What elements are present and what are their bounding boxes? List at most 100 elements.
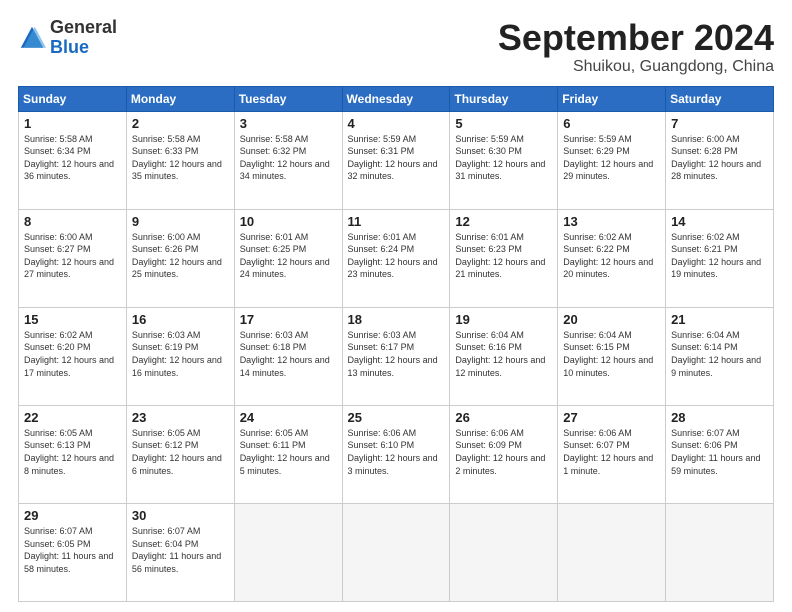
header: General Blue September 2024 Shuikou, Gua…	[18, 18, 774, 76]
cell-text: Sunrise: 6:00 AMSunset: 6:28 PMDaylight:…	[671, 134, 761, 182]
day-number: 10	[240, 214, 337, 229]
calendar-week-4: 29Sunrise: 6:07 AMSunset: 6:05 PMDayligh…	[19, 503, 774, 601]
day-number: 21	[671, 312, 768, 327]
calendar-table: Sunday Monday Tuesday Wednesday Thursday…	[18, 86, 774, 602]
day-number: 3	[240, 116, 337, 131]
col-friday: Friday	[558, 86, 666, 111]
logo-icon	[18, 24, 46, 52]
table-row: 28Sunrise: 6:07 AMSunset: 6:06 PMDayligh…	[666, 405, 774, 503]
calendar-week-1: 8 Sunrise: 6:00 AMSunset: 6:27 PMDaylight…	[19, 209, 774, 307]
day-number: 18	[348, 312, 445, 327]
cell-text: Sunrise: 6:02 AMSunset: 6:20 PMDaylight:…	[24, 330, 114, 378]
table-row: 30 Sunrise: 6:07 AMSunset: 6:04 PMDayligh…	[126, 503, 234, 601]
table-row: 13Sunrise: 6:02 AMSunset: 6:22 PMDayligh…	[558, 209, 666, 307]
table-row: 1 Sunrise: 5:58 AMSunset: 6:34 PMDaylight…	[19, 111, 127, 209]
cell-text: Sunrise: 6:03 AMSunset: 6:19 PMDaylight:…	[132, 330, 222, 378]
table-row: 18 Sunrise: 6:03 AMSunset: 6:17 PMDayligh…	[342, 307, 450, 405]
day-number: 12	[455, 214, 552, 229]
day-number: 27	[563, 410, 660, 425]
logo: General Blue	[18, 18, 117, 58]
cell-text: Sunrise: 6:04 AMSunset: 6:16 PMDaylight:…	[455, 330, 545, 378]
col-thursday: Thursday	[450, 86, 558, 111]
cell-text: Sunrise: 6:04 AMSunset: 6:15 PMDaylight:…	[563, 330, 653, 378]
table-row	[342, 503, 450, 601]
table-row: 10 Sunrise: 6:01 AMSunset: 6:25 PMDayligh…	[234, 209, 342, 307]
day-number: 22	[24, 410, 121, 425]
title-block: September 2024 Shuikou, Guangdong, China	[498, 18, 774, 76]
day-number: 5	[455, 116, 552, 131]
table-row: 11 Sunrise: 6:01 AMSunset: 6:24 PMDayligh…	[342, 209, 450, 307]
day-number: 17	[240, 312, 337, 327]
cell-text: Sunrise: 6:06 AMSunset: 6:09 PMDaylight:…	[455, 428, 545, 476]
table-row	[558, 503, 666, 601]
cell-text: Sunrise: 6:04 AMSunset: 6:14 PMDaylight:…	[671, 330, 761, 378]
cell-text: Sunrise: 6:01 AMSunset: 6:25 PMDaylight:…	[240, 232, 330, 280]
day-number: 19	[455, 312, 552, 327]
table-row: 5 Sunrise: 5:59 AMSunset: 6:30 PMDaylight…	[450, 111, 558, 209]
cell-text: Sunrise: 6:03 AMSunset: 6:18 PMDaylight:…	[240, 330, 330, 378]
day-number: 9	[132, 214, 229, 229]
day-number: 4	[348, 116, 445, 131]
table-row: 3Sunrise: 5:58 AMSunset: 6:32 PMDaylight…	[234, 111, 342, 209]
day-number: 23	[132, 410, 229, 425]
month-title: September 2024	[498, 18, 774, 58]
cell-text: Sunrise: 5:59 AMSunset: 6:31 PMDaylight:…	[348, 134, 438, 182]
day-number: 14	[671, 214, 768, 229]
table-row: 6 Sunrise: 5:59 AMSunset: 6:29 PMDaylight…	[558, 111, 666, 209]
table-row: 4 Sunrise: 5:59 AMSunset: 6:31 PMDaylight…	[342, 111, 450, 209]
subtitle: Shuikou, Guangdong, China	[498, 58, 774, 76]
day-number: 24	[240, 410, 337, 425]
cell-text: Sunrise: 6:01 AMSunset: 6:24 PMDaylight:…	[348, 232, 438, 280]
cell-text: Sunrise: 6:00 AMSunset: 6:27 PMDaylight:…	[24, 232, 114, 280]
cell-text: Sunrise: 6:03 AMSunset: 6:17 PMDaylight:…	[348, 330, 438, 378]
day-number: 20	[563, 312, 660, 327]
day-number: 11	[348, 214, 445, 229]
cell-text: Sunrise: 5:58 AMSunset: 6:33 PMDaylight:…	[132, 134, 222, 182]
table-row: 23Sunrise: 6:05 AMSunset: 6:12 PMDayligh…	[126, 405, 234, 503]
col-sunday: Sunday	[19, 86, 127, 111]
table-row: 14 Sunrise: 6:02 AMSunset: 6:21 PMDayligh…	[666, 209, 774, 307]
table-row: 2Sunrise: 5:58 AMSunset: 6:33 PMDaylight…	[126, 111, 234, 209]
table-row	[234, 503, 342, 601]
day-number: 29	[24, 508, 121, 523]
col-monday: Monday	[126, 86, 234, 111]
col-saturday: Saturday	[666, 86, 774, 111]
cell-text: Sunrise: 5:59 AMSunset: 6:30 PMDaylight:…	[455, 134, 545, 182]
day-number: 8	[24, 214, 121, 229]
table-row: 17 Sunrise: 6:03 AMSunset: 6:18 PMDayligh…	[234, 307, 342, 405]
table-row: 16Sunrise: 6:03 AMSunset: 6:19 PMDayligh…	[126, 307, 234, 405]
col-wednesday: Wednesday	[342, 86, 450, 111]
day-number: 13	[563, 214, 660, 229]
table-row	[450, 503, 558, 601]
day-number: 30	[132, 508, 229, 523]
day-number: 1	[24, 116, 121, 131]
table-row: 26 Sunrise: 6:06 AMSunset: 6:09 PMDayligh…	[450, 405, 558, 503]
table-row: 7Sunrise: 6:00 AMSunset: 6:28 PMDaylight…	[666, 111, 774, 209]
cell-text: Sunrise: 6:01 AMSunset: 6:23 PMDaylight:…	[455, 232, 545, 280]
table-row: 8 Sunrise: 6:00 AMSunset: 6:27 PMDaylight…	[19, 209, 127, 307]
table-row: 12 Sunrise: 6:01 AMSunset: 6:23 PMDayligh…	[450, 209, 558, 307]
cell-text: Sunrise: 6:06 AMSunset: 6:10 PMDaylight:…	[348, 428, 438, 476]
table-row: 27 Sunrise: 6:06 AMSunset: 6:07 PMDayligh…	[558, 405, 666, 503]
cell-text: Sunrise: 5:59 AMSunset: 6:29 PMDaylight:…	[563, 134, 653, 182]
logo-text: General Blue	[50, 18, 117, 58]
cell-text: Sunrise: 6:07 AMSunset: 6:06 PMDaylight:…	[671, 428, 760, 476]
cell-text: Sunrise: 6:07 AMSunset: 6:04 PMDaylight:…	[132, 526, 221, 574]
calendar-week-2: 15 Sunrise: 6:02 AMSunset: 6:20 PMDayligh…	[19, 307, 774, 405]
calendar-week-3: 22Sunrise: 6:05 AMSunset: 6:13 PMDayligh…	[19, 405, 774, 503]
cell-text: Sunrise: 6:02 AMSunset: 6:21 PMDaylight:…	[671, 232, 761, 280]
logo-blue: Blue	[50, 38, 117, 58]
day-number: 26	[455, 410, 552, 425]
page: General Blue September 2024 Shuikou, Gua…	[0, 0, 792, 612]
day-number: 6	[563, 116, 660, 131]
table-row: 21 Sunrise: 6:04 AMSunset: 6:14 PMDayligh…	[666, 307, 774, 405]
table-row: 29Sunrise: 6:07 AMSunset: 6:05 PMDayligh…	[19, 503, 127, 601]
table-row: 24Sunrise: 6:05 AMSunset: 6:11 PMDayligh…	[234, 405, 342, 503]
cell-text: Sunrise: 5:58 AMSunset: 6:34 PMDaylight:…	[24, 134, 114, 182]
cell-text: Sunrise: 6:06 AMSunset: 6:07 PMDaylight:…	[563, 428, 653, 476]
col-tuesday: Tuesday	[234, 86, 342, 111]
day-number: 15	[24, 312, 121, 327]
logo-general: General	[50, 18, 117, 38]
calendar-week-0: 1 Sunrise: 5:58 AMSunset: 6:34 PMDaylight…	[19, 111, 774, 209]
table-row: 9Sunrise: 6:00 AMSunset: 6:26 PMDaylight…	[126, 209, 234, 307]
